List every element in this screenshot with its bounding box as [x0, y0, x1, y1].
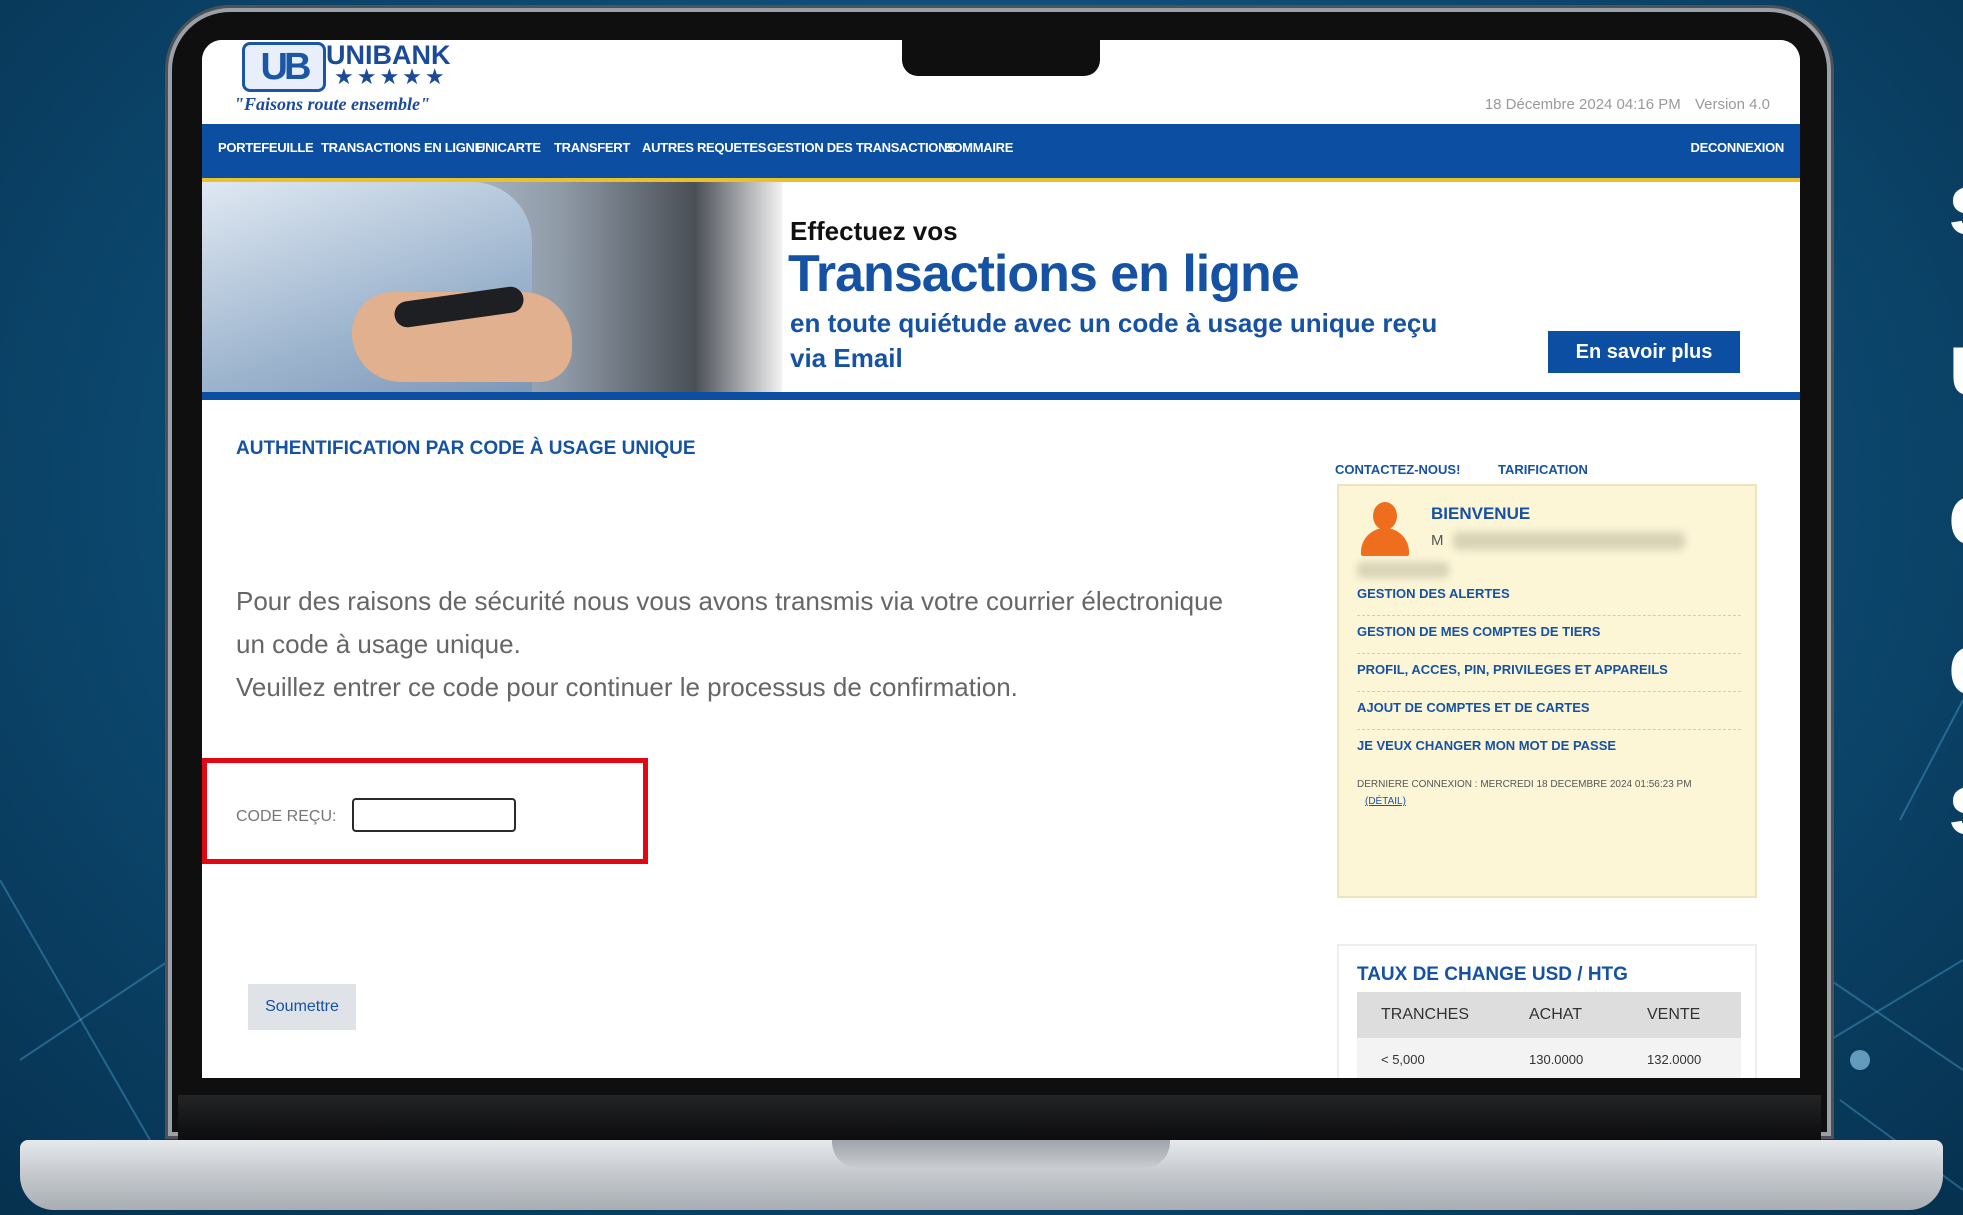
laptop-screen: UB UNIBANK ★★★★★ "Faisons route ensemble…: [202, 40, 1800, 1078]
banner-photo: [202, 182, 782, 392]
side-text-fragment: u: [1948, 320, 1963, 408]
menu-alert-management[interactable]: GESTION DES ALERTES: [1357, 586, 1741, 616]
nav-item-transactions-en-ligne[interactable]: TRANSACTIONS EN LIGNE: [321, 140, 483, 155]
banner-headline: Transactions en ligne: [788, 245, 1300, 303]
code-label: CODE REÇU:: [236, 808, 337, 825]
nav-item-sommaire[interactable]: SOMMAIRE: [944, 140, 1013, 155]
side-text-fragment: s: [1948, 160, 1963, 248]
submit-button[interactable]: Soumettre: [248, 984, 356, 1030]
column-header-vente: VENTE: [1647, 1006, 1701, 1023]
menu-add-accounts-cards[interactable]: AJOUT DE COMPTES ET DE CARTES: [1357, 700, 1741, 730]
security-message-line-1: Pour des raisons de sécurité nous vous a…: [236, 586, 1224, 659]
bank-slogan: "Faisons route ensemble": [234, 94, 431, 114]
logo-stars: ★★★★★: [334, 64, 448, 89]
laptop-hinge: [178, 1095, 1821, 1143]
sidebar-top-links: CONTACTEZ-NOUS! TARIFICATION: [1335, 462, 1622, 477]
column-header-tranches: TRANCHES: [1381, 1006, 1470, 1023]
nav-item-portefeuille[interactable]: PORTEFEUILLE: [218, 140, 314, 155]
rate-sell: 132.0000: [1647, 1052, 1702, 1067]
avatar-body: [1361, 528, 1409, 556]
header-info: 18 Décembre 2024 04:16 PM Version 4.0: [1475, 96, 1770, 113]
otp-code-input[interactable]: [352, 798, 516, 832]
user-avatar-icon: [1357, 502, 1413, 558]
camera-notch: [902, 36, 1100, 76]
banner-line-1: Effectuez vos: [790, 216, 958, 246]
last-connection-text: DERNIERE CONNEXION : MERCREDI 18 DECEMBR…: [1357, 779, 1692, 790]
welcome-title: BIENVENUE: [1431, 504, 1531, 523]
pricing-link[interactable]: TARIFICATION: [1498, 462, 1588, 477]
exchange-rate-header-row: TRANCHES ACHAT VENTE: [1357, 992, 1741, 1038]
exchange-rate-panel: TAUX DE CHANGE USD / HTG TRANCHES ACHAT …: [1337, 944, 1757, 1078]
nav-item-transfert[interactable]: TRANSFERT: [554, 140, 630, 155]
side-text-fragment: s: [1948, 760, 1963, 848]
main-navigation: PORTEFEUILLE TRANSACTIONS EN LIGNE UNICA…: [202, 124, 1800, 182]
menu-profile-access-pin[interactable]: PROFIL, ACCES, PIN, PRIVILEGES ET APPARE…: [1357, 662, 1741, 692]
nav-item-autres-requetes[interactable]: AUTRES REQUETES: [642, 140, 766, 155]
contact-us-link[interactable]: CONTACTEZ-NOUS!: [1335, 462, 1460, 477]
nav-item-gestion-des-transactions[interactable]: GESTION DES TRANSACTIONS: [767, 140, 956, 155]
last-connection-info: DERNIERE CONNEXION : MERCREDI 18 DECEMBR…: [1357, 776, 1737, 810]
nav-item-unicarte[interactable]: UNICARTE: [476, 140, 541, 155]
menu-change-password[interactable]: JE VEUX CHANGER MON MOT DE PASSE: [1357, 738, 1741, 767]
menu-third-party-accounts[interactable]: GESTION DE MES COMPTES DE TIERS: [1357, 624, 1741, 654]
page-title: AUTHENTIFICATION PAR CODE À USAGE UNIQUE: [236, 438, 696, 459]
redacted-user-name: [1453, 532, 1685, 550]
banner-subline: en toute quiétude avec un code à usage u…: [790, 308, 1438, 373]
logout-link[interactable]: DECONNEXION: [1691, 140, 1785, 155]
welcome-panel: BIENVENUE M GESTION DES ALERTES GESTION …: [1337, 484, 1757, 898]
user-name-initial: M: [1431, 532, 1444, 549]
exchange-rate-title: TAUX DE CHANGE USD / HTG: [1357, 964, 1628, 985]
learn-more-button[interactable]: En savoir plus: [1548, 331, 1740, 373]
rate-tranche: < 5,000: [1381, 1052, 1425, 1067]
laptop-base-opening: [832, 1140, 1170, 1168]
rate-buy: 130.0000: [1529, 1052, 1584, 1067]
column-header-achat: ACHAT: [1529, 1006, 1583, 1023]
table-row: < 5,000 130.0000 132.0000: [1357, 1038, 1741, 1078]
security-message: Pour des raisons de sécurité nous vous a…: [236, 580, 1236, 709]
redacted-user-name: [1357, 562, 1449, 578]
promo-banner: Effectuez vos Transactions en ligne en t…: [202, 182, 1800, 400]
unibank-logo-icon[interactable]: UB: [242, 42, 326, 92]
header-datetime: 18 Décembre 2024 04:16 PM: [1484, 96, 1681, 113]
detail-link[interactable]: (DÉTAIL): [1365, 796, 1406, 807]
app-version: Version 4.0: [1694, 96, 1770, 113]
avatar-head: [1373, 502, 1397, 530]
security-message-line-2: Veuillez entrer ce code pour continuer l…: [236, 672, 1018, 702]
side-text-fragment: e: [1948, 470, 1963, 558]
side-text-fragment: e: [1948, 620, 1963, 708]
